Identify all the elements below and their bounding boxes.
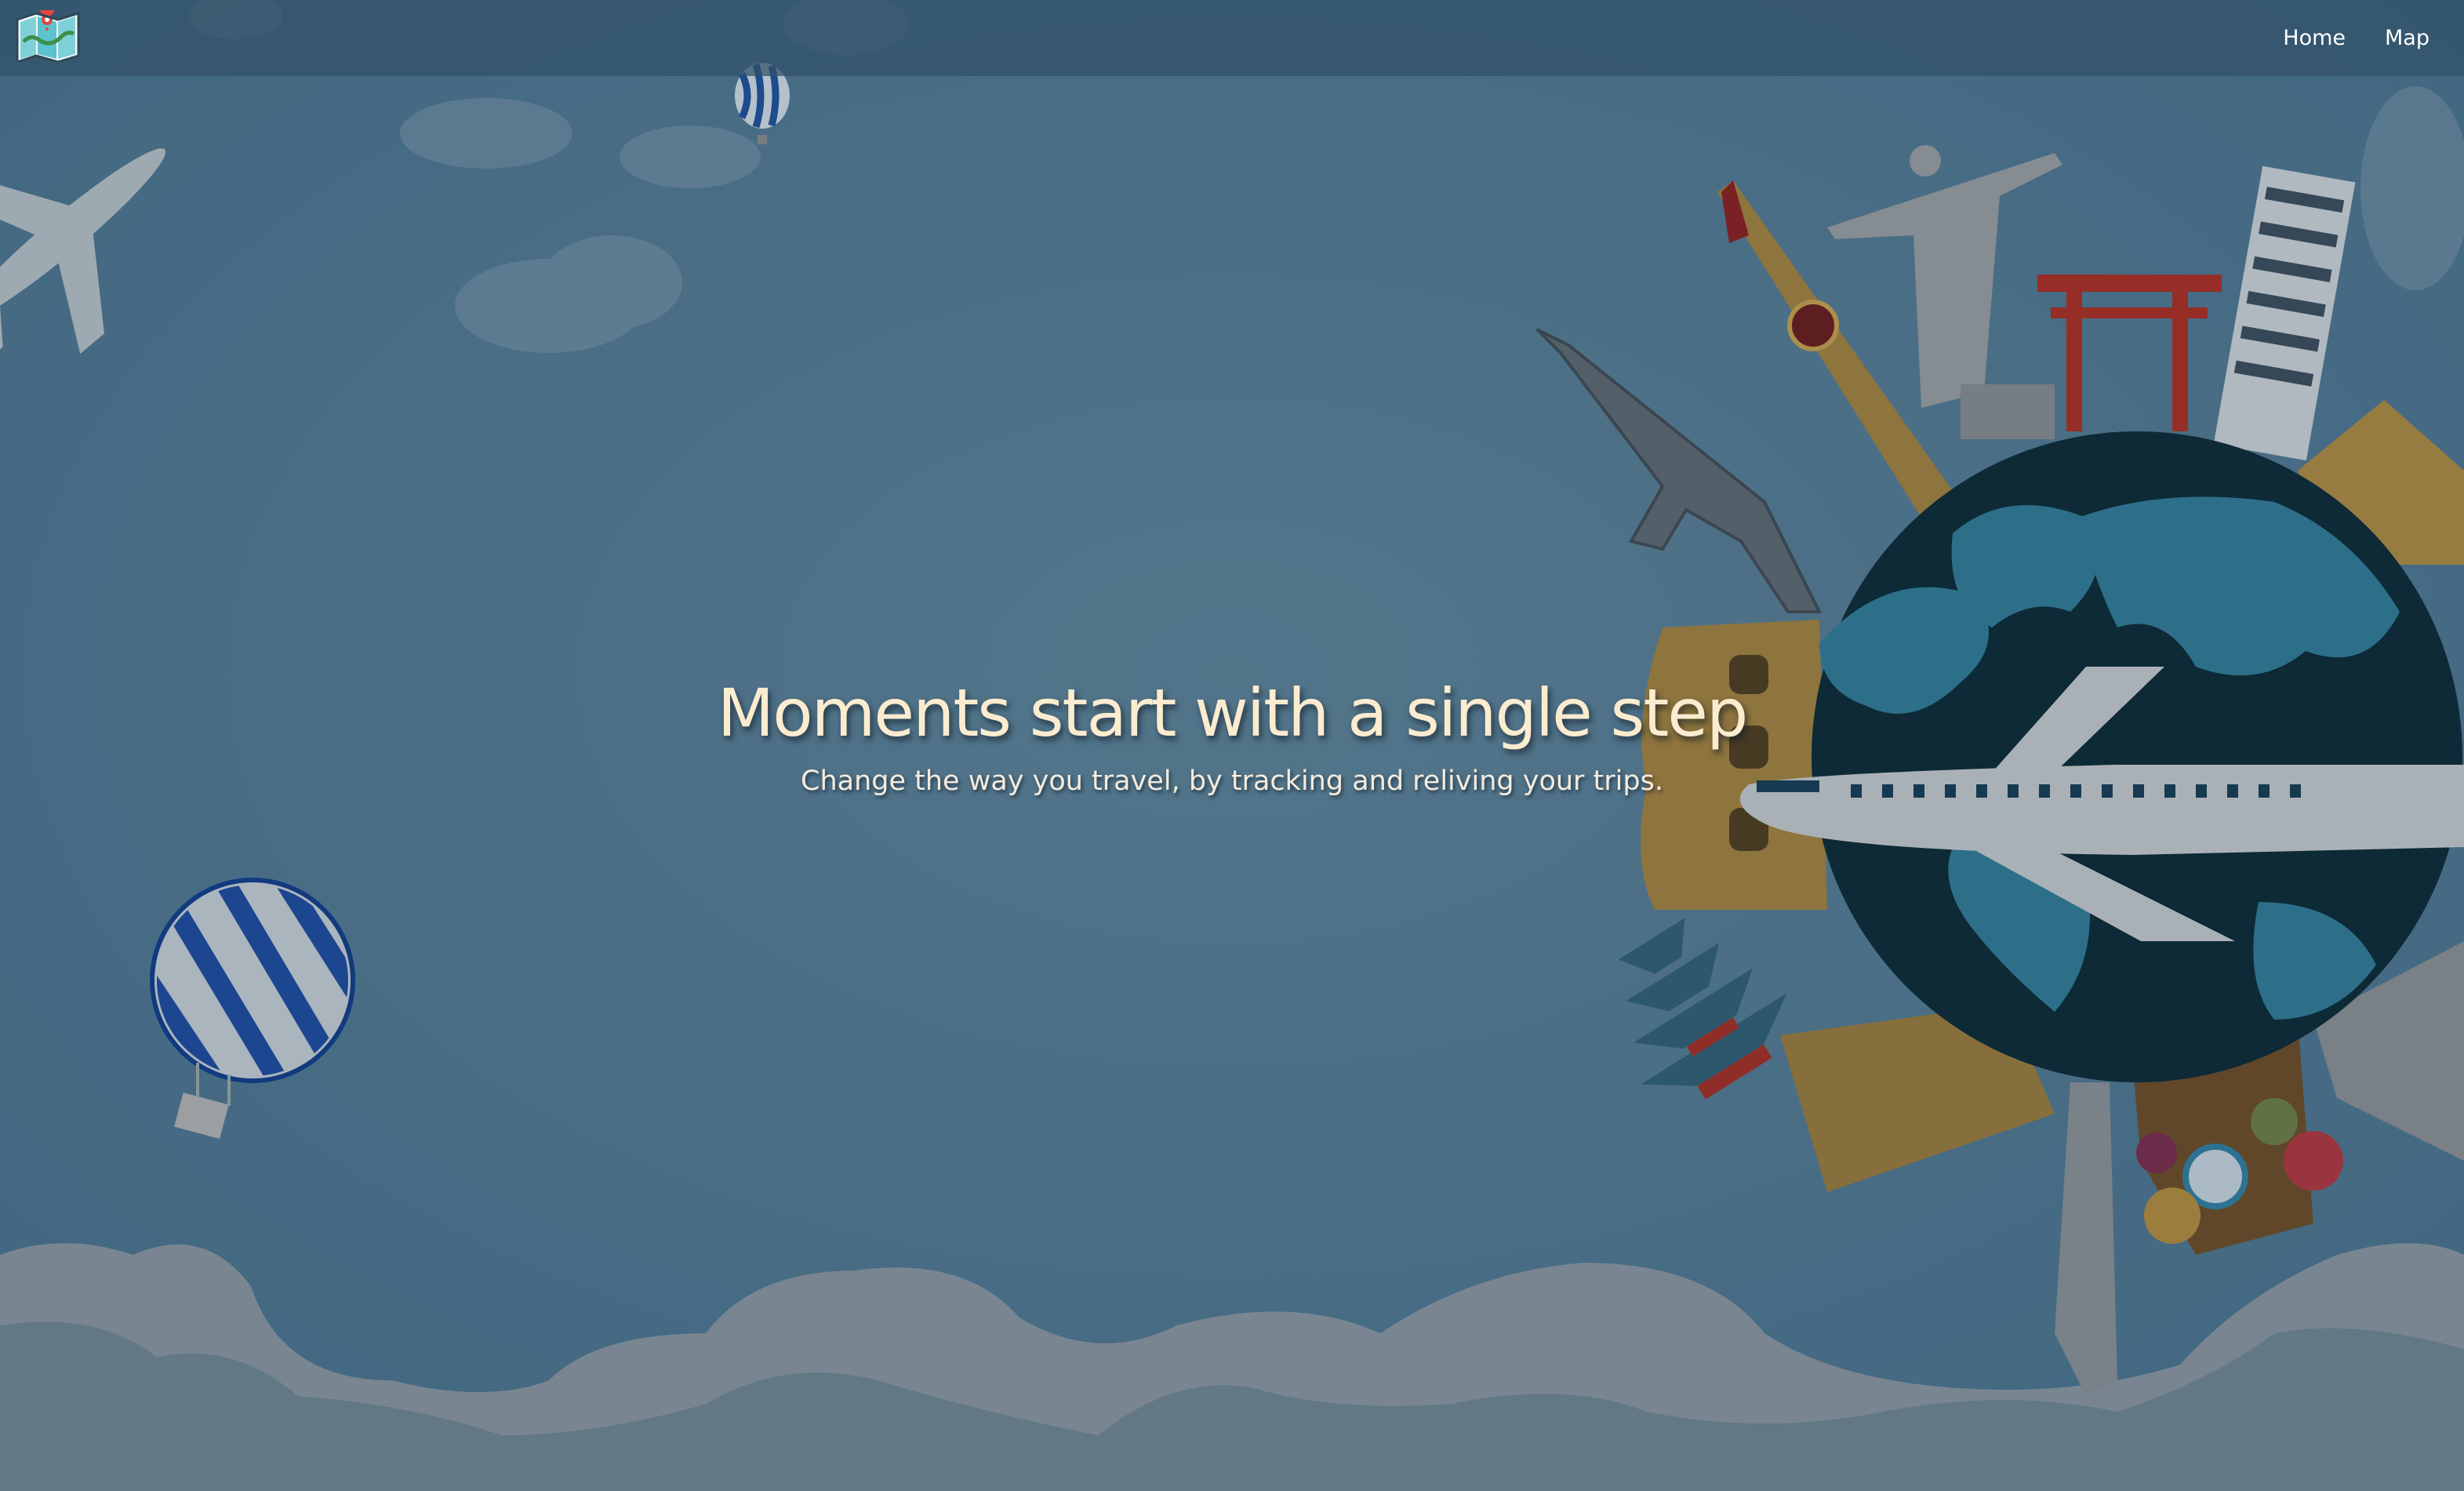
navbar: Home Map — [0, 0, 2464, 76]
nav-link-map[interactable]: Map — [2385, 26, 2429, 50]
hero-subtitle: Change the way you travel, by tracking a… — [801, 766, 1663, 797]
folded-map-icon — [16, 1, 80, 66]
hero-section: Moments start with a single step Change … — [0, 675, 2464, 797]
hero-title: Moments start with a single step — [717, 675, 1749, 751]
nav-links: Home Map — [2244, 26, 2429, 50]
nav-link-home[interactable]: Home — [2283, 26, 2346, 50]
brand-logo[interactable] — [14, 1, 82, 66]
